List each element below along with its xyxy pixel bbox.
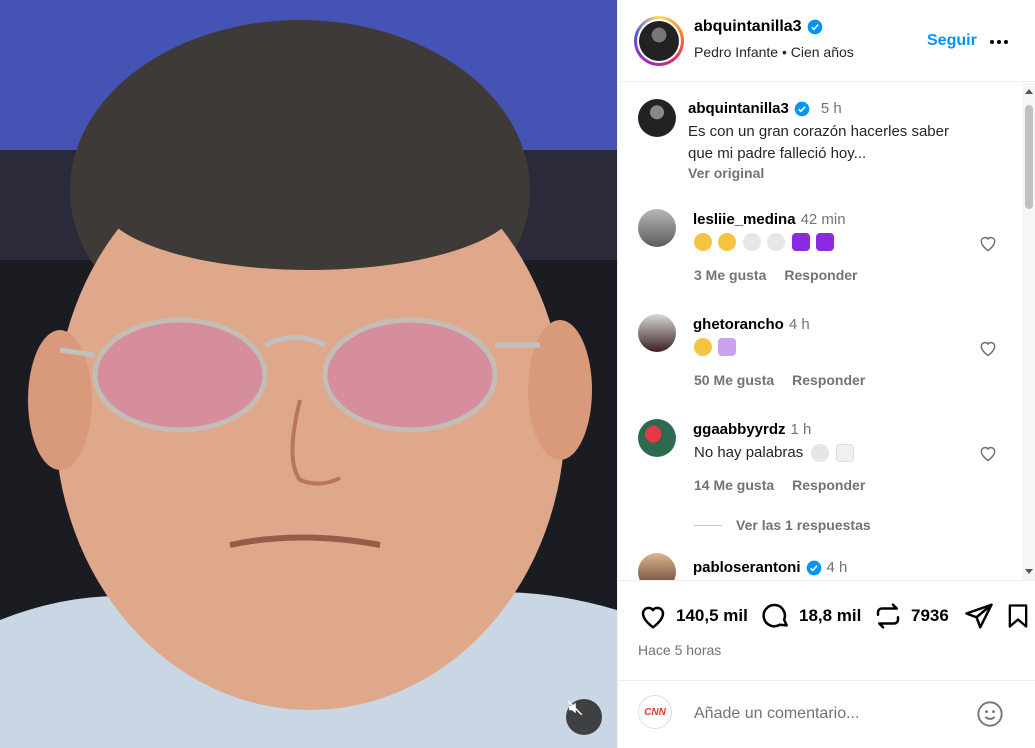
post-actions-bar: 140,5 mil 18,8 mil 7936 Hace 5 horas (618, 580, 1035, 680)
muted-speaker-icon (567, 700, 583, 716)
comment-likes[interactable]: 14 Me gusta (694, 477, 774, 493)
author-avatar[interactable] (634, 16, 684, 66)
reposts-count: 7936 (911, 606, 949, 625)
crying-emoji-icon (718, 233, 737, 251)
view-replies-button[interactable]: Ver las 1 respuestas (694, 517, 871, 533)
comment-username-row: pabloserantoni 4 h (693, 559, 847, 576)
comment-composer: CNN (618, 680, 1035, 748)
comment-emojis (694, 338, 738, 356)
reply-button[interactable]: Responder (784, 267, 857, 283)
view-replies-label[interactable]: Ver las 1 respuestas (736, 517, 871, 533)
author-username[interactable]: abquintanilla3 (694, 18, 802, 36)
see-original-link[interactable]: Ver original (688, 165, 764, 181)
verified-badge-icon (806, 560, 821, 575)
comment-username-row: ggaabbyyrdz 1 h (693, 421, 811, 438)
like-comment-heart-icon[interactable] (978, 443, 998, 463)
caption-text-line-1: Es con un gran corazón hacerles saber (688, 123, 949, 140)
comment-bubble-icon (762, 603, 788, 628)
caption-username[interactable]: abquintanilla3 (688, 100, 789, 117)
comments-scrollbar[interactable] (1022, 83, 1035, 580)
author-username-row[interactable]: abquintanilla3 (694, 18, 823, 36)
scrollbar-thumb[interactable] (1025, 105, 1033, 209)
comments-count: 18,8 mil (799, 606, 862, 625)
post-media[interactable] (0, 0, 617, 748)
dove-emoji-icon (767, 233, 786, 251)
verified-badge-icon (807, 19, 822, 35)
caption-avatar[interactable] (638, 99, 676, 137)
comments-list[interactable]: abquintanilla3 5 h Es con un gran corazó… (618, 83, 1035, 580)
post-header: abquintanilla3 Pedro Infante • Cien años… (618, 0, 1035, 82)
like-comment-heart-icon[interactable] (978, 233, 998, 253)
post-details-panel: abquintanilla3 Pedro Infante • Cien años… (617, 0, 1035, 748)
comment-input[interactable] (694, 701, 964, 727)
comment-meta: 14 Me gusta Responder (694, 477, 865, 493)
caption-time: 5 h (820, 100, 842, 117)
share-send-icon[interactable] (964, 601, 994, 631)
dove-emoji-icon (742, 233, 761, 251)
comment-time: 4 h (788, 316, 810, 333)
comment-username[interactable]: ggaabbyyrdz (693, 421, 786, 438)
comment-time: 4 h (826, 559, 848, 576)
repost-button[interactable]: 7936 (873, 601, 949, 631)
emoji-picker-icon[interactable] (976, 700, 1004, 728)
likes-count: 140,5 mil (676, 606, 748, 625)
comment-meta: 50 Me gusta Responder (694, 372, 865, 388)
save-bookmark-icon[interactable] (1004, 601, 1032, 631)
comment-likes[interactable]: 3 Me gusta (694, 267, 766, 283)
comment-meta: 3 Me gusta Responder (694, 267, 857, 283)
comment-likes[interactable]: 50 Me gusta (694, 372, 774, 388)
comment-avatar[interactable] (638, 314, 676, 352)
post-photo (0, 0, 617, 748)
post-time-ago: Hace 5 horas (638, 642, 722, 658)
scroll-up-arrow-icon[interactable] (1025, 89, 1033, 94)
replies-divider (694, 524, 722, 526)
purple-heart-emoji-icon (816, 233, 835, 251)
comment-avatar[interactable] (638, 209, 676, 247)
comment-username[interactable]: lesliie_medina (693, 211, 796, 228)
comment-time: 42 min (800, 211, 846, 228)
comment-button[interactable]: 18,8 mil (761, 601, 861, 631)
comment-username[interactable]: ghetorancho (693, 316, 784, 333)
purple-heart-emoji-icon (791, 233, 810, 251)
caption-text-line-2: que mi padre falleció hoy... (688, 145, 867, 162)
mute-button[interactable] (566, 699, 602, 735)
more-options-icon[interactable] (990, 32, 1014, 52)
comment-emojis (694, 233, 836, 251)
audio-subtitle[interactable]: Pedro Infante • Cien años (694, 44, 854, 60)
comment-username-row: ghetorancho 4 h (693, 316, 810, 333)
comment-text-row: No hay palabras (694, 442, 856, 463)
reply-button[interactable]: Responder (792, 477, 865, 493)
dove-emoji-icon (811, 444, 830, 463)
comment-username-row: lesliie_medina 42 min (693, 211, 846, 228)
repost-icon (876, 603, 900, 629)
praying-hands-emoji-icon (718, 338, 737, 356)
like-comment-heart-icon[interactable] (978, 338, 998, 358)
white-heart-emoji-icon (835, 444, 854, 463)
sad-face-emoji-icon (694, 338, 712, 356)
reply-button[interactable]: Responder (792, 372, 865, 388)
caption-username-row: abquintanilla3 5 h (688, 100, 842, 117)
scroll-down-arrow-icon[interactable] (1025, 569, 1033, 574)
verified-badge-icon (794, 101, 810, 116)
follow-button[interactable]: Seguir (927, 32, 977, 50)
comment-avatar[interactable] (638, 553, 676, 580)
crying-emoji-icon (694, 233, 712, 251)
like-button[interactable]: 140,5 mil (638, 601, 748, 631)
comment-time: 1 h (790, 421, 812, 438)
heart-icon (641, 606, 665, 629)
comment-text: No hay palabras (694, 444, 804, 461)
comment-avatar[interactable] (638, 419, 676, 457)
current-user-avatar[interactable]: CNN (638, 695, 672, 729)
comment-username[interactable]: pabloserantoni (693, 559, 801, 576)
